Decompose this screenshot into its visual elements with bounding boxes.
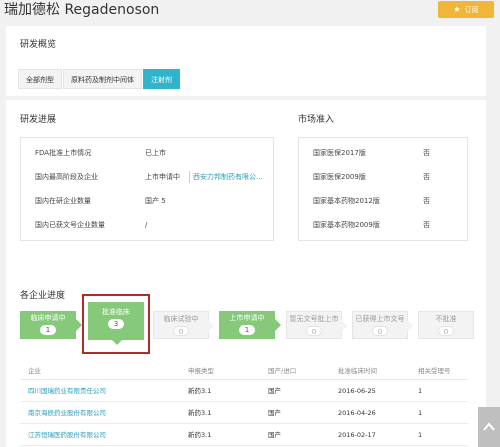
enterprise-progress-heading: 各企业进度	[20, 291, 66, 301]
stage-label: 不批准	[435, 315, 457, 323]
table-header: 企业 申报类型 国产/进口 批准临床时间 相关受理号	[20, 362, 468, 380]
stage-label: 临床申请中	[30, 314, 66, 322]
stage-clinical-application[interactable]: 临床申请中 1	[20, 311, 82, 339]
rd-row-highest-stage: 国内最高阶段及企业 上市申请中 西安力邦制药有限公...	[21, 171, 275, 183]
rd-value: 上市申请中	[145, 173, 180, 181]
table-cell: 新药3.1	[188, 387, 212, 395]
rd-key: 国内已获文号企业数量	[35, 221, 105, 229]
rd-row-approved-count: 国内已获文号企业数量 /	[21, 219, 275, 231]
chevron-right-icon	[208, 320, 214, 332]
stage-obtained-number[interactable]: 已获得上市文号 0	[352, 311, 413, 339]
selection-highlight	[82, 294, 150, 354]
stage-count: 0	[372, 326, 388, 336]
market-key: 国家基本药物2009版	[313, 221, 380, 229]
table-row: 江苏恒瑞医药股份有限公司 新药3.1 国产 2016-02-17 1	[20, 425, 468, 446]
subscribe-button[interactable]: ★ 订阅	[438, 1, 494, 18]
tab-api-intermediate[interactable]: 原料药及制剂中间体	[63, 69, 142, 89]
star-icon: ★	[453, 5, 461, 14]
market-access-panel: 国家医保2017版 否 国家医保2009版 否 国家基本药物2012版 否 国家…	[298, 137, 468, 241]
rd-key: 国内在研企业数量	[35, 197, 91, 205]
dosage-form-tabs: 全部剂型 原料药及制剂中间体 注射剂	[18, 69, 181, 89]
rd-row-fda: FDA批准上市情况 已上市	[21, 147, 275, 159]
subscribe-label: 订阅	[464, 5, 479, 14]
column-header: 申报类型	[188, 367, 214, 375]
table-cell: 2016-06-25	[338, 387, 376, 395]
stage-label: 临床试验中	[163, 315, 199, 323]
market-value: 否	[423, 197, 430, 205]
table-cell: 国产	[268, 409, 281, 417]
column-header: 国产/进口	[268, 367, 297, 375]
column-header: 企业	[28, 367, 41, 375]
chevron-right-icon	[407, 320, 413, 332]
tab-injection[interactable]: 注射剂	[143, 69, 180, 89]
rd-progress-heading: 研发进展	[20, 115, 57, 125]
table-row: 四川国瑞药业有限责任公司 新药3.1 国产 2016-06-25 1	[20, 381, 468, 402]
stage-count: 0	[438, 326, 454, 336]
table-cell: 国产	[268, 387, 281, 395]
stage-label: 已获得上市文号	[355, 315, 405, 323]
market-access-heading: 市场准入	[298, 115, 335, 125]
rd-row-domestic-count: 国内在研企业数量 国产 5	[21, 195, 275, 207]
domestic-count-link[interactable]: 国产 5	[145, 195, 166, 207]
market-row: 国家基本药物2012版 否	[299, 195, 469, 207]
market-key: 国家基本药物2012版	[313, 197, 380, 205]
table-cell: 新药3.1	[188, 409, 212, 417]
company-link[interactable]: 西安力邦制药有限公...	[189, 171, 271, 183]
stage-label: 暂无文号批上市	[289, 315, 339, 323]
stage-count: 1	[239, 325, 255, 335]
stage-label: 上市申请中	[229, 314, 265, 322]
table-cell: 1	[418, 409, 423, 417]
page-title: 瑞加德松 Regadenoson	[4, 2, 160, 18]
company-link[interactable]: 南京海辰药业股份有限公司	[28, 403, 106, 424]
rd-progress-panel: FDA批准上市情况 已上市 国内最高阶段及企业 上市申请中 西安力邦制药有限公.…	[20, 137, 274, 241]
market-value: 否	[423, 221, 430, 229]
table-cell: 国产	[268, 431, 281, 439]
market-row: 国家医保2017版 否	[299, 147, 469, 159]
market-key: 国家医保2009版	[313, 173, 366, 181]
table-cell: 2016-02-17	[338, 431, 376, 439]
table-cell: 1	[418, 431, 423, 439]
table-row: 南京海辰药业股份有限公司 新药3.1 国产 2016-04-26 1	[20, 403, 468, 424]
tab-all-forms[interactable]: 全部剂型	[18, 69, 62, 89]
market-value: 否	[423, 173, 430, 181]
table-cell: 2016-04-26	[338, 409, 376, 417]
stage-count: 0	[173, 326, 189, 336]
rd-key: 国内最高阶段及企业	[35, 173, 98, 181]
market-row: 国家医保2009版 否	[299, 171, 469, 183]
table-cell: 1	[418, 387, 423, 395]
rd-key: FDA批准上市情况	[35, 149, 92, 157]
rd-value: /	[145, 221, 148, 229]
chevron-right-icon	[275, 319, 281, 331]
stage-count: 0	[306, 326, 322, 336]
stage-approved-no-number[interactable]: 暂无文号批上市 0	[286, 311, 347, 339]
stage-not-approved[interactable]: 不批准 0	[418, 311, 474, 339]
market-value: 否	[423, 149, 430, 157]
overview-heading: 研发概览	[20, 40, 57, 50]
overview-card: 研发概览 全部剂型 原料药及制剂中间体 注射剂	[6, 26, 486, 96]
column-header: 相关受理号	[418, 367, 451, 375]
column-header: 批准临床时间	[338, 367, 377, 375]
chevron-right-icon	[341, 320, 347, 332]
chevron-up-icon	[483, 422, 495, 431]
stage-count: 1	[40, 325, 56, 335]
stage-marketing-application[interactable]: 上市申请中 1	[219, 311, 281, 339]
company-link[interactable]: 江苏恒瑞医药股份有限公司	[28, 425, 106, 446]
stage-clinical-trial[interactable]: 临床试验中 0	[153, 311, 214, 339]
rd-value: 已上市	[145, 149, 166, 157]
back-to-top-button[interactable]	[478, 407, 500, 447]
table-cell: 新药3.1	[188, 431, 212, 439]
market-key: 国家医保2017版	[313, 149, 366, 157]
company-link[interactable]: 四川国瑞药业有限责任公司	[28, 381, 106, 402]
market-row: 国家基本药物2009版 否	[299, 219, 469, 231]
